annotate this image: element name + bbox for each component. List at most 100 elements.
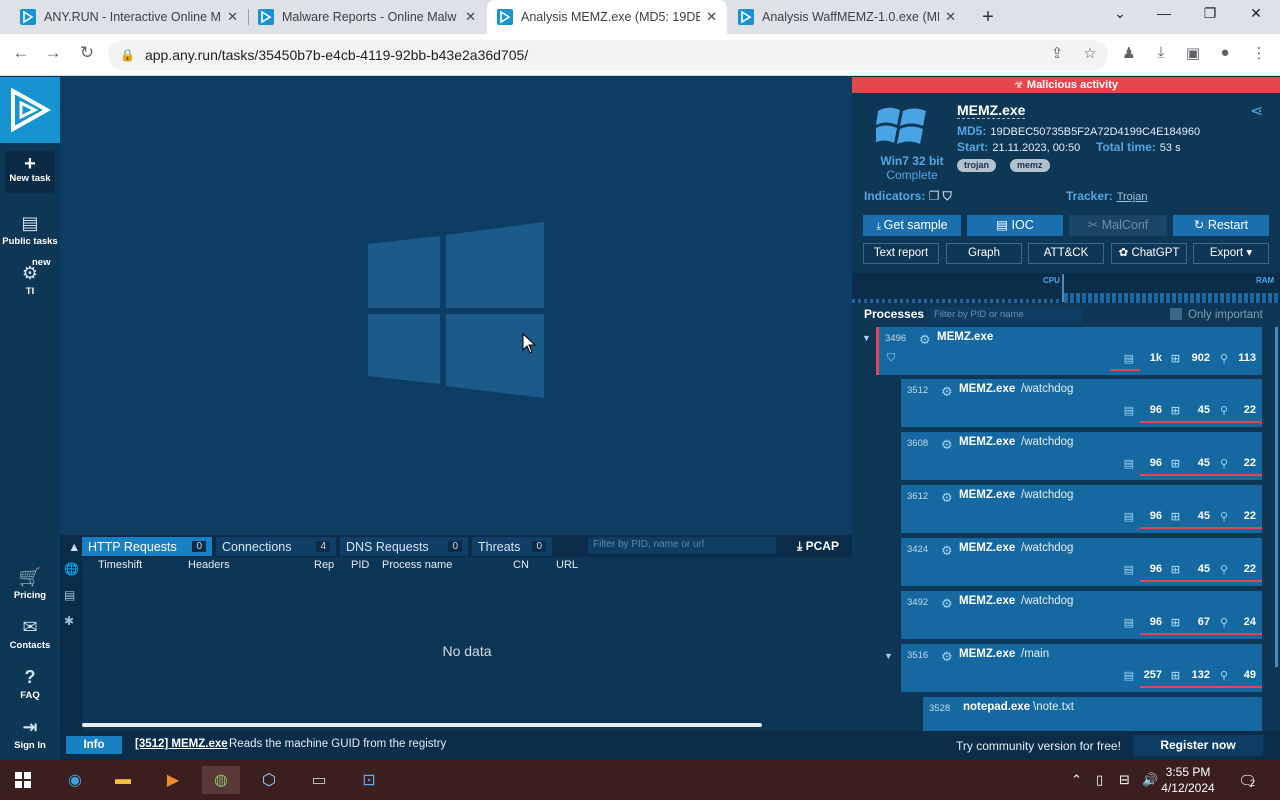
share-page-icon[interactable]: ⇪ [1046, 44, 1068, 62]
forward-button[interactable]: → [42, 43, 64, 63]
close-window-button[interactable]: ✕ [1244, 5, 1268, 22]
volume-icon[interactable]: 🔊 [1142, 772, 1158, 788]
address-bar[interactable]: 🔒 app.any.run/tasks/35450b7b-e4cb-4119-9… [108, 40, 1108, 70]
contacts-button[interactable]: ✉ Contacts [0, 617, 60, 651]
process-row[interactable]: 3528 notepad.exe \note.txt [920, 697, 1262, 731]
windows7-logo-icon [876, 107, 926, 144]
virtualbox-icon[interactable]: ⬡ [250, 766, 288, 794]
side-panel-icon[interactable]: ▣ [1182, 44, 1204, 62]
pricing-button[interactable]: 🛒 Pricing [0, 567, 60, 601]
bookmark-star-icon[interactable]: ☆ [1079, 44, 1101, 62]
process-row[interactable]: 3512 ⚙ MEMZ.exe /watchdog ▤ 96 ⊞ 45 ⚲ 22 [898, 379, 1262, 427]
network-icon[interactable]: ⊟ [1119, 772, 1130, 788]
anyrun-logo[interactable] [0, 77, 60, 143]
tracker-link[interactable]: Trojan [1117, 191, 1148, 203]
dropdown-arrow-icon: ▾ [1243, 247, 1253, 259]
tab-threats[interactable]: Threats 0 [472, 537, 552, 556]
windows-start-icon[interactable] [4, 766, 42, 794]
reload-button[interactable]: ↻ [76, 43, 98, 63]
expand-caret-icon[interactable]: ▼ [862, 333, 871, 343]
edge-browser-icon[interactable]: ◉ [56, 766, 94, 794]
chrome-browser-icon[interactable]: ◍ [202, 766, 240, 794]
network-filter-input[interactable]: Filter by PID, name or url [588, 537, 776, 554]
only-important-checkbox[interactable]: Only important [1170, 308, 1263, 321]
process-list-scrollbar[interactable] [1275, 327, 1278, 667]
collapse-panel-icon[interactable]: ▲ [62, 537, 80, 556]
battery-icon[interactable]: ▯ [1096, 772, 1103, 788]
process-row[interactable]: 3516 ⚙ MEMZ.exe /main ▤ 257 ⊞ 132 ⚲ 49 [898, 644, 1262, 692]
ti-button[interactable]: ⚙ TI [0, 263, 60, 297]
file-name[interactable]: MEMZ.exe [957, 102, 1026, 119]
public-tasks-button[interactable]: ▤ Public tasks [0, 213, 60, 247]
horizontal-scrollbar[interactable] [82, 723, 762, 727]
tag-memz[interactable]: memz [1010, 159, 1050, 172]
ioc-button[interactable]: ▤ IOC [967, 215, 1063, 236]
file-icon[interactable]: ▤ [64, 588, 75, 602]
tag-trojan[interactable]: trojan [957, 159, 997, 172]
browser-tab-anyrun[interactable]: ANY.RUN - Interactive Online M ✕ [0, 0, 248, 34]
close-tab-icon[interactable]: ✕ [227, 9, 238, 25]
new-task-button[interactable]: + New task [5, 151, 55, 193]
lock-icon[interactable]: 🔒 [120, 48, 135, 62]
new-task-label: New task [9, 173, 51, 184]
chatgpt-button[interactable]: ✿ ChatGPT [1111, 243, 1187, 264]
process-row[interactable]: 3424 ⚙ MEMZ.exe /watchdog ▤ 96 ⊞ 45 ⚲ 22 [898, 538, 1262, 586]
show-hidden-icons-chevron-icon[interactable]: ⌃ [1071, 772, 1082, 788]
copy-icon[interactable]: ❐ [929, 189, 940, 203]
network-tabs: ▲ HTTP Requests 0 Connections 4 DNS Requ… [60, 535, 852, 557]
tab-http-requests[interactable]: HTTP Requests 0 [82, 537, 212, 556]
media-player-icon[interactable]: ▶ [154, 766, 192, 794]
process-row[interactable]: 3496 ⚙ MEMZ.exe ⛉ ▤ 1k ⊞ 902 ⚲ 113 [876, 327, 1262, 375]
profile-avatar-icon[interactable]: ● [1214, 44, 1236, 61]
vm-screen[interactable] [60, 77, 852, 535]
minimize-button[interactable]: — [1152, 5, 1176, 21]
attck-button[interactable]: ATT&CK [1028, 243, 1104, 264]
process-filter-input[interactable]: Filter by PID or name [929, 307, 1083, 323]
process-args: /watchdog [1021, 595, 1074, 607]
restart-button[interactable]: ↻ Restart [1173, 215, 1269, 236]
tab-dns-requests[interactable]: DNS Requests 0 [340, 537, 468, 556]
pcap-download-button[interactable]: ⤓ PCAP [797, 539, 839, 554]
task-info-panel: ☣ Malicious activity Win7 32 bit Complet… [852, 77, 1280, 731]
text-report-button[interactable]: Text report [863, 243, 939, 264]
bug-icon[interactable]: ✱ [64, 614, 74, 628]
browser-tab-bar: ANY.RUN - Interactive Online M ✕ Malware… [0, 0, 1280, 34]
process-row[interactable]: 3492 ⚙ MEMZ.exe /watchdog ▤ 96 ⊞ 67 ⚲ 24 [898, 591, 1262, 639]
close-tab-icon[interactable]: ✕ [465, 9, 476, 25]
browser-tab-analysis-memz[interactable]: Analysis MEMZ.exe (MD5: 19DB ✕ [487, 0, 727, 34]
app-window-icon[interactable]: ▭ [300, 766, 338, 794]
browser-menu-icon[interactable]: ⋮ [1248, 44, 1270, 62]
share-icon[interactable]: ⋖ [1250, 101, 1263, 121]
new-tab-button[interactable]: + [978, 6, 998, 29]
graph-button[interactable]: Graph [946, 243, 1022, 264]
browser-tab-analysis-waffmemz[interactable]: Analysis WaffMEMZ-1.0.exe (MD ✕ [728, 0, 966, 34]
network-panel: ▲ HTTP Requests 0 Connections 4 DNS Requ… [60, 535, 852, 731]
export-button[interactable]: Export ▾ [1193, 243, 1269, 264]
shield-icon[interactable]: ⛉ [943, 189, 952, 203]
back-button[interactable]: ← [10, 43, 32, 63]
file-explorer-icon[interactable]: ▬ [104, 766, 142, 794]
system-clock[interactable]: 3:55 PM 4/12/2024 [1158, 764, 1218, 796]
downloads-icon[interactable]: ⤓ [1150, 44, 1172, 61]
tab-connections[interactable]: Connections 4 [216, 537, 336, 556]
expand-caret-icon[interactable]: ▼ [884, 651, 893, 661]
registry-count: 132 [1191, 669, 1210, 681]
indicators: Indicators: ❐ ⛉ [864, 189, 952, 204]
extensions-icon[interactable]: ♟ [1118, 44, 1140, 62]
globe-icon[interactable]: 🌐 [64, 562, 79, 576]
restore-button[interactable]: ❐ [1198, 5, 1222, 22]
browser-tab-malware-reports[interactable]: Malware Reports - Online Malw ✕ [248, 0, 486, 34]
sign-in-button[interactable]: ⇥ Sign In [0, 717, 60, 751]
close-tab-icon[interactable]: ✕ [706, 9, 717, 25]
register-button[interactable]: Register now [1133, 735, 1263, 756]
faq-button[interactable]: ? FAQ [0, 667, 60, 701]
status-process-link[interactable]: [3512] MEMZ.exe [135, 738, 228, 750]
win7-app-icon[interactable]: ⊡ [350, 766, 388, 794]
info-button[interactable]: Info [66, 736, 122, 754]
process-row[interactable]: 3612 ⚙ MEMZ.exe /watchdog ▤ 96 ⊞ 45 ⚲ 22 [898, 485, 1262, 533]
close-tab-icon[interactable]: ✕ [945, 9, 956, 25]
chevron-down-icon[interactable]: ⌄ [1108, 5, 1132, 22]
get-sample-button[interactable]: ⤓ Get sample [863, 215, 961, 236]
process-row[interactable]: 3608 ⚙ MEMZ.exe /watchdog ▤ 96 ⊞ 45 ⚲ 22 [898, 432, 1262, 480]
md5-value[interactable]: 19DBEC50735B5F2A72D4199C4E184960 [990, 126, 1200, 138]
